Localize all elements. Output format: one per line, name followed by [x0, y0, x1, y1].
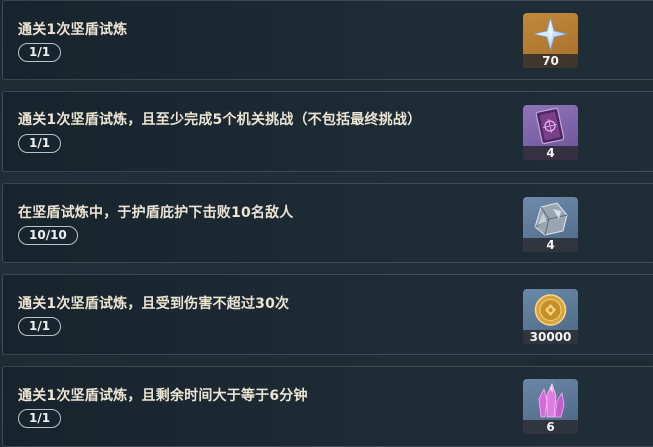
- task-row: 通关1次坚盾试炼，且剩余时间大于等于6分钟 1/1 6: [2, 366, 653, 447]
- primogem-icon: [533, 16, 568, 52]
- task-row: 通关1次坚盾试炼，且至少完成5个机关挑战（不包括最终挑战） 1/1 4: [2, 91, 653, 172]
- task-progress-badge: 1/1: [18, 43, 62, 62]
- reward-mora[interactable]: 30000: [523, 289, 578, 344]
- event-task-list: 通关1次坚盾试炼 1/1 70 通关1次坚盾试炼，且至少完成5个机关挑战（不包括…: [0, 0, 653, 447]
- reward-count: 4: [523, 238, 578, 252]
- task-progress-badge: 1/1: [18, 317, 62, 336]
- reward-weapon-ore[interactable]: 4: [523, 197, 578, 252]
- reward-count: 6: [523, 420, 578, 434]
- reward-count: 70: [523, 54, 578, 68]
- task-progress-badge: 1/1: [18, 409, 62, 428]
- reward-talent-book[interactable]: 4: [523, 105, 578, 160]
- task-row: 通关1次坚盾试炼 1/1 70: [2, 0, 653, 80]
- task-row: 在坚盾试炼中，于护盾庇护下击败10名敌人 10/10 4: [2, 183, 653, 263]
- ore-icon: [534, 202, 568, 236]
- task-title: 通关1次坚盾试炼，且受到伤害不超过30次: [18, 296, 290, 312]
- reward-count: 4: [523, 146, 578, 160]
- task-title: 通关1次坚盾试炼: [18, 22, 128, 38]
- task-row: 通关1次坚盾试炼，且受到伤害不超过30次 1/1 30000: [2, 274, 653, 355]
- book-icon: [535, 107, 565, 145]
- reward-count: 30000: [523, 330, 578, 344]
- task-progress-badge: 10/10: [18, 226, 78, 245]
- task-title: 通关1次坚盾试炼，且至少完成5个机关挑战（不包括最终挑战）: [18, 112, 422, 128]
- crystal-icon: [538, 382, 565, 418]
- mora-coin-icon: [534, 294, 567, 326]
- reward-primogem[interactable]: 70: [523, 13, 578, 68]
- task-title: 通关1次坚盾试炼，且剩余时间大于等于6分钟: [18, 388, 308, 404]
- task-title: 在坚盾试炼中，于护盾庇护下击败10名敌人: [18, 205, 294, 221]
- task-progress-badge: 1/1: [18, 134, 62, 153]
- reward-crystal[interactable]: 6: [523, 379, 578, 434]
